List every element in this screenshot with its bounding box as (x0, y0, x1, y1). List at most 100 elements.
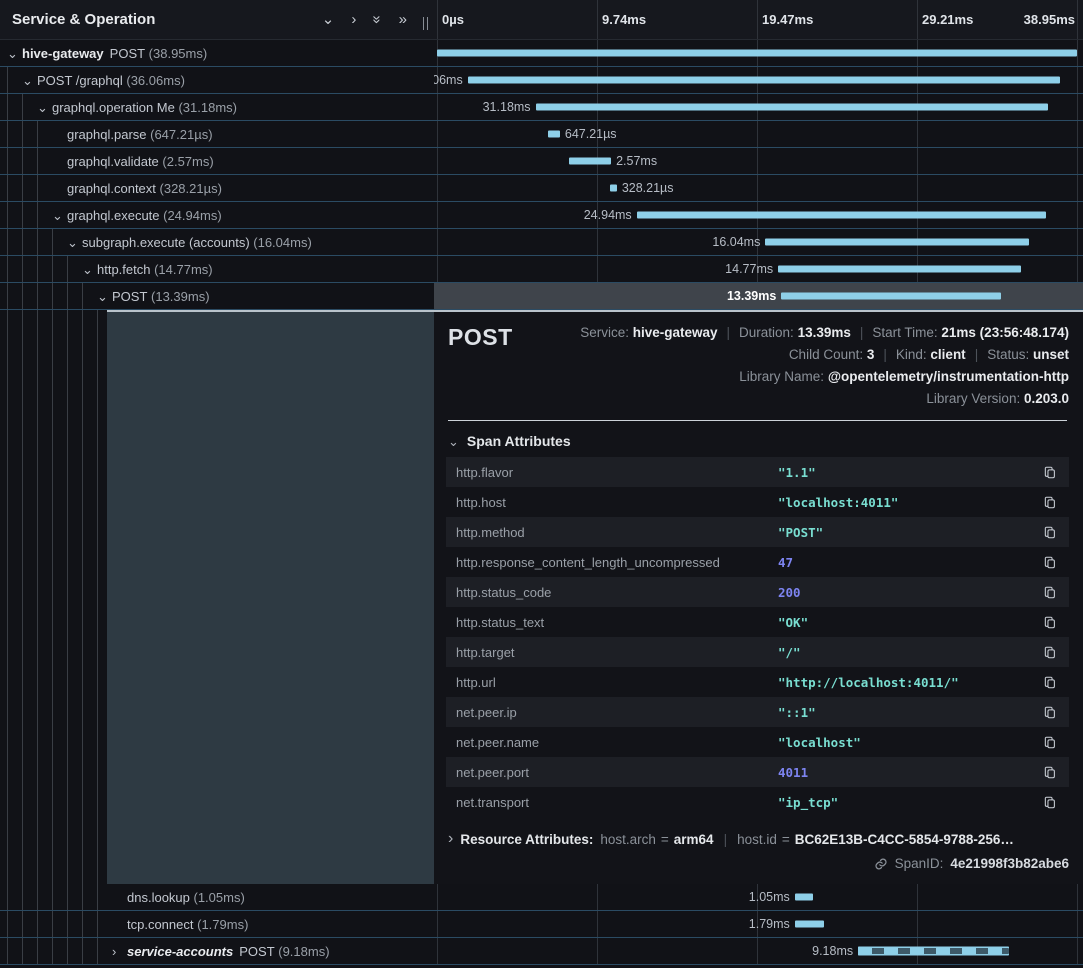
attribute-key: http.status_code (456, 585, 778, 600)
span-timeline-cell: 24.94ms (434, 202, 1083, 228)
collapse-chevron-icon[interactable]: ⌄ (37, 101, 52, 114)
copy-icon[interactable] (1039, 673, 1061, 692)
span-attributes-header[interactable]: ⌄ Span Attributes (448, 433, 1069, 449)
operation-duration: (24.94ms) (160, 208, 222, 223)
copy-icon[interactable] (1039, 643, 1061, 662)
operation-name: dns.lookup (127, 890, 190, 905)
span-bar[interactable] (795, 921, 824, 928)
span-bar[interactable] (778, 266, 1021, 273)
span-bar[interactable] (637, 212, 1047, 219)
resource-key: host.id (737, 832, 777, 847)
attribute-value: "ip_tcp" (778, 795, 1039, 810)
span-row[interactable]: ⌄graphql.operation Me (31.18ms)31.18ms (0, 94, 1083, 121)
collapse-chevron-icon[interactable]: ⌄ (97, 290, 112, 303)
attribute-value: "localhost" (778, 735, 1039, 750)
span-row-label: graphql.validate (2.57ms) (0, 148, 434, 174)
copy-icon[interactable] (1039, 793, 1061, 812)
overview-label: Kind: (896, 347, 931, 362)
copy-icon[interactable] (1039, 763, 1061, 782)
selected-span-block[interactable] (107, 310, 434, 884)
collapse-chevron-icon[interactable]: ⌄ (22, 74, 37, 87)
link-icon[interactable] (874, 857, 888, 871)
copy-icon[interactable] (1039, 523, 1061, 542)
span-duration-label: 1.05ms (749, 884, 790, 910)
ruler-track: 0µs9.74ms19.47ms29.21ms38.95ms (437, 0, 1077, 39)
span-row[interactable]: ⌄subgraph.execute (accounts) (16.04ms)16… (0, 229, 1083, 256)
span-row[interactable]: ⌄POST (13.39ms)13.39ms (0, 283, 1083, 310)
span-bar[interactable] (781, 293, 1001, 300)
copy-icon[interactable] (1039, 583, 1061, 602)
span-row[interactable]: tcp.connect (1.79ms)1.79ms (0, 911, 1083, 938)
collapse-chevron-icon[interactable]: ⌄ (67, 236, 82, 249)
chevron-down-icon: ⌄ (448, 435, 459, 448)
span-duration-label: 36.06ms (434, 67, 463, 93)
span-row-label: dns.lookup (1.05ms) (0, 884, 434, 910)
span-row[interactable]: graphql.context (328.21µs)328.21µs (0, 175, 1083, 202)
span-bar[interactable] (858, 947, 1009, 956)
ruler-tick: 38.95ms (1024, 0, 1077, 39)
chevron-down-icon[interactable]: ⌄ (322, 12, 335, 27)
span-row[interactable]: ›service-accountsPOST (9.18ms)9.18ms (0, 938, 1083, 965)
collapse-chevron-icon[interactable]: ⌄ (7, 47, 22, 60)
double-chevron-right-icon[interactable]: » (399, 12, 407, 27)
divider: | (975, 347, 979, 362)
attribute-key: http.host (456, 495, 778, 510)
operation-name: graphql.operation Me (52, 100, 175, 115)
span-duration-label: 16.04ms (712, 229, 760, 255)
operation-duration: (328.21µs) (156, 181, 222, 196)
span-row[interactable]: graphql.parse (647.21µs)647.21µs (0, 121, 1083, 148)
span-timeline-cell: 16.04ms (434, 229, 1083, 255)
attribute-value: "/" (778, 645, 1039, 660)
span-timeline-cell: 36.06ms (434, 67, 1083, 93)
span-bar[interactable] (569, 158, 611, 165)
resource-value: arm64 (674, 832, 714, 847)
span-id-label: SpanID: (895, 856, 944, 871)
span-bar[interactable] (468, 77, 1061, 84)
copy-icon[interactable] (1039, 703, 1061, 722)
double-chevron-down-icon[interactable]: » (370, 15, 385, 23)
expand-chevron-icon[interactable]: › (112, 945, 127, 958)
topbar: Service & Operation ⌄›»» 0µs9.74ms19.47m… (0, 0, 1083, 40)
span-attributes-table: http.flavor"1.1"http.host"localhost:4011… (446, 457, 1069, 817)
span-bar[interactable] (795, 894, 813, 901)
attribute-value: "OK" (778, 615, 1039, 630)
attribute-row: http.flavor"1.1" (446, 457, 1069, 487)
span-timeline-cell: 13.39ms (434, 283, 1083, 309)
copy-icon[interactable] (1039, 463, 1061, 482)
overview-label: Library Name: (739, 369, 828, 384)
overview-line: Child Count: 3|Kind: client|Status: unse… (789, 344, 1069, 366)
span-row-label: ⌄POST (13.39ms) (0, 283, 434, 309)
attribute-key: http.url (456, 675, 778, 690)
collapse-chevron-icon[interactable]: ⌄ (82, 263, 97, 276)
attribute-key: net.peer.ip (456, 705, 778, 720)
span-row[interactable]: ⌄http.fetch (14.77ms)14.77ms (0, 256, 1083, 283)
collapse-chevron-icon[interactable]: ⌄ (52, 209, 67, 222)
attribute-value: 47 (778, 555, 1039, 570)
operation-name: graphql.execute (67, 208, 160, 223)
span-row[interactable]: dns.lookup (1.05ms) 1.05ms (0, 884, 1083, 911)
operation-duration: (9.18ms) (275, 944, 330, 959)
span-row-label: tcp.connect (1.79ms) (0, 911, 434, 937)
span-bar[interactable] (437, 50, 1077, 57)
span-duration-label: 647.21µs (565, 121, 617, 147)
resource-attributes-row[interactable]: › Resource Attributes: host.arch=arm64|h… (448, 831, 1069, 847)
span-row[interactable]: ⌄hive-gatewayPOST (38.95ms)38.95ms (0, 40, 1083, 67)
panel-resizer-handle[interactable] (423, 17, 428, 30)
span-bar[interactable] (765, 239, 1029, 246)
copy-icon[interactable] (1039, 493, 1061, 512)
copy-icon[interactable] (1039, 553, 1061, 572)
left-panel-header: Service & Operation ⌄›»» (0, 0, 434, 40)
operation-duration: (14.77ms) (150, 262, 212, 277)
span-row[interactable]: ⌄graphql.execute (24.94ms) 24.94ms (0, 202, 1083, 229)
copy-icon[interactable] (1039, 733, 1061, 752)
span-bar[interactable] (536, 104, 1049, 111)
span-row-label: graphql.context (328.21µs) (0, 175, 434, 201)
chevron-right-icon[interactable]: › (351, 12, 356, 27)
span-bar[interactable] (548, 131, 560, 138)
span-row[interactable]: graphql.validate (2.57ms)2.57ms (0, 148, 1083, 175)
span-bar[interactable] (610, 185, 616, 192)
trace-viewer: Service & Operation ⌄›»» 0µs9.74ms19.47m… (0, 0, 1083, 968)
operation-duration: (647.21µs) (147, 127, 213, 142)
span-row[interactable]: ⌄POST /graphql (36.06ms)36.06ms (0, 67, 1083, 94)
copy-icon[interactable] (1039, 613, 1061, 632)
